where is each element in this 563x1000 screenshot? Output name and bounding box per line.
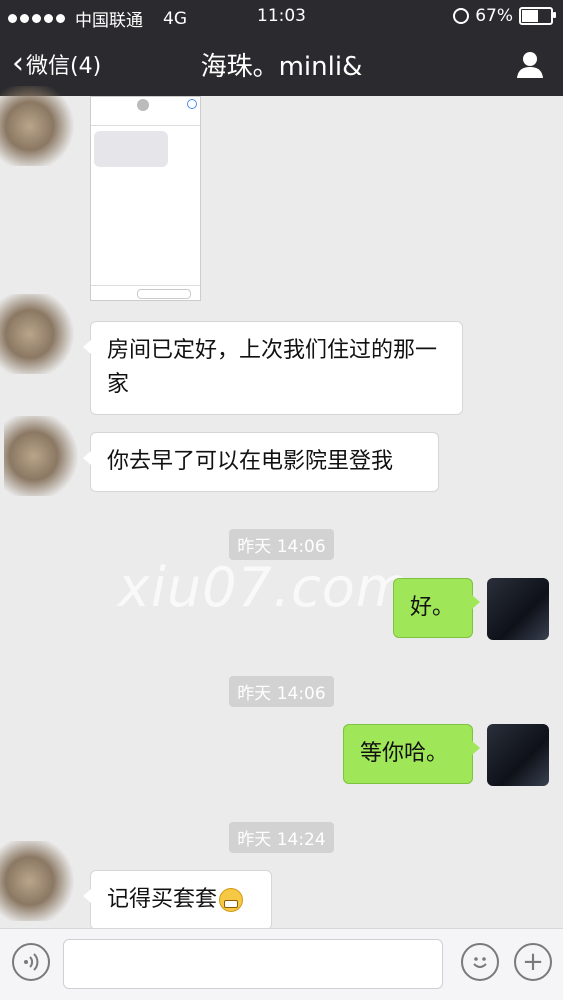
my-avatar[interactable] bbox=[487, 578, 549, 640]
my-avatar[interactable] bbox=[487, 724, 549, 786]
message-input[interactable] bbox=[63, 939, 443, 989]
rotation-lock-icon bbox=[453, 8, 470, 24]
grimacing-emoji-icon bbox=[219, 888, 244, 912]
sms-input bbox=[137, 289, 191, 299]
person-icon[interactable] bbox=[515, 50, 545, 80]
message-bubble-in[interactable]: 房间已定好，上次我们住过的那一家 bbox=[83, 321, 463, 415]
timestamp: 昨天 14:06 bbox=[0, 676, 563, 707]
wechat-chat-screen: 中国联通 4G 11:03 67% ‹ 微信(4) 海珠。minli& 房间已定… bbox=[0, 0, 563, 1000]
battery-info: 67% bbox=[453, 6, 556, 26]
timestamp: 昨天 14:24 bbox=[0, 822, 563, 853]
watermark: xiu07.com bbox=[118, 556, 410, 619]
contact-avatar[interactable] bbox=[4, 416, 78, 496]
message-bubble-out[interactable]: 好。 bbox=[393, 578, 480, 638]
timestamp-label: 昨天 14:24 bbox=[229, 822, 334, 853]
battery-percent: 67% bbox=[475, 6, 513, 26]
message-bubble-out[interactable]: 等你哈。 bbox=[343, 724, 480, 784]
message-bubble-in[interactable]: 记得买套套 bbox=[83, 870, 272, 930]
battery-fill bbox=[522, 10, 538, 22]
chat-area[interactable]: 房间已定好，上次我们住过的那一家 你去早了可以在电影院里登我 xiu07.com… bbox=[0, 86, 563, 936]
message-bubble-in[interactable]: 你去早了可以在电影院里登我 bbox=[83, 432, 439, 492]
sms-contact-icon bbox=[137, 99, 149, 111]
info-icon bbox=[187, 99, 197, 109]
timestamp-label: 昨天 14:06 bbox=[229, 529, 334, 560]
contact-avatar[interactable] bbox=[0, 294, 74, 374]
emoji-icon[interactable] bbox=[461, 943, 499, 981]
chat-title: 海珠。minli& bbox=[200, 52, 363, 82]
sms-footer bbox=[91, 285, 200, 300]
contact-avatar[interactable] bbox=[0, 841, 74, 921]
nav-bar: ‹ 微信(4) 海珠。minli& bbox=[0, 34, 563, 96]
battery-icon bbox=[519, 7, 556, 25]
sms-bubble bbox=[94, 131, 168, 167]
timestamp: 昨天 14:06 bbox=[0, 529, 563, 560]
timestamp-label: 昨天 14:06 bbox=[229, 676, 334, 707]
image-message[interactable] bbox=[90, 96, 201, 301]
sms-header bbox=[91, 97, 200, 126]
plus-icon[interactable]: + bbox=[514, 943, 552, 981]
voice-icon[interactable] bbox=[12, 943, 50, 981]
input-bar: + bbox=[0, 928, 563, 1000]
status-bar: 中国联通 4G 11:03 67% bbox=[0, 0, 563, 34]
message-text: 记得买套套 bbox=[107, 887, 218, 912]
contact-avatar[interactable] bbox=[0, 86, 74, 166]
